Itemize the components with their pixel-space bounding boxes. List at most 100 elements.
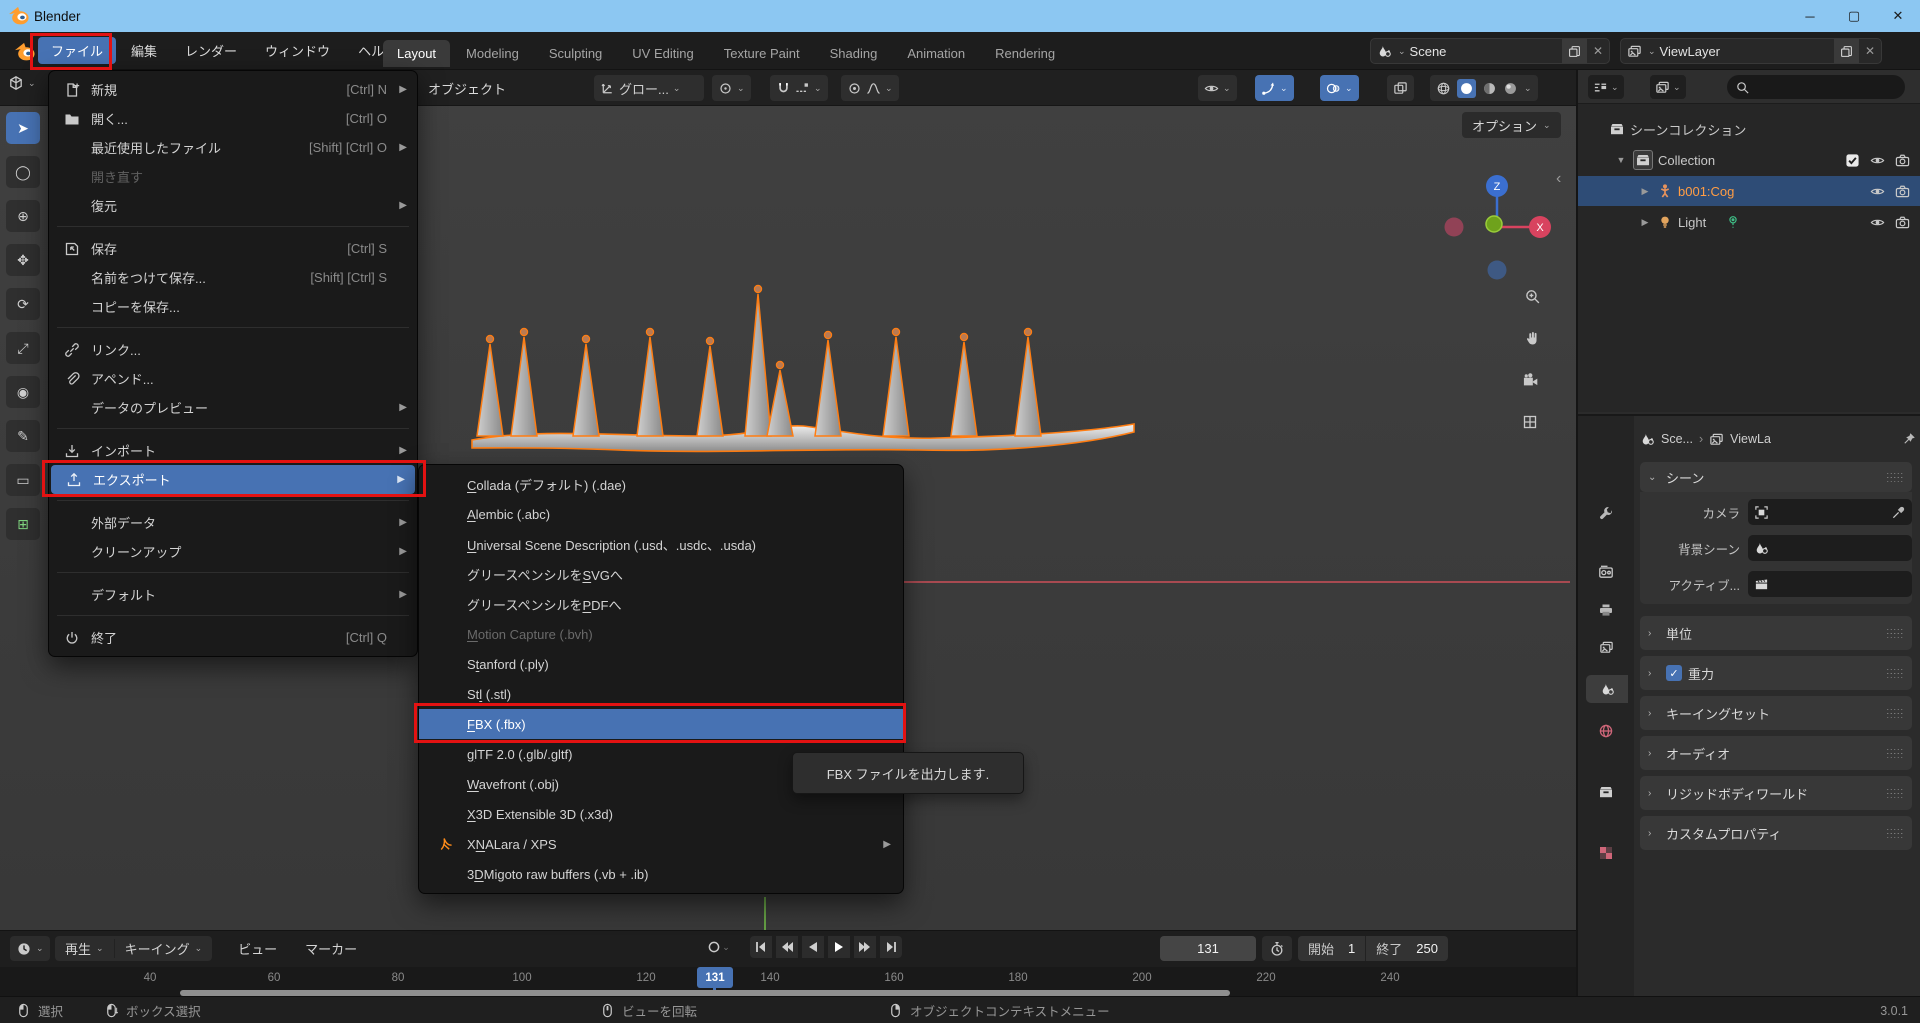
file-menu-item-保存[interactable]: 保存 [Ctrl] S	[49, 234, 417, 263]
file-menu-item-インポート[interactable]: インポート ▶	[49, 436, 417, 465]
maximize-button[interactable]: ▢	[1832, 3, 1876, 29]
field-input-アクティブ...[interactable]	[1748, 571, 1912, 597]
section-scene[interactable]: ⌄ シーン::::::::::	[1640, 462, 1912, 492]
drag-dots-icon[interactable]: ::::::::::	[1886, 747, 1904, 760]
tool-tweak[interactable]: ➤	[6, 112, 40, 144]
gizmos-toggle[interactable]: ⌄	[1255, 75, 1294, 101]
zoom-button[interactable]	[1524, 288, 1541, 305]
tool-add-cube[interactable]: ⊞	[6, 508, 40, 540]
overlays-toggle[interactable]: ⌄	[1320, 75, 1359, 101]
pin-icon[interactable]	[1902, 432, 1916, 446]
menubar-item-ファイル[interactable]: ファイル	[38, 37, 117, 64]
file-menu-item-最近使用したファイル[interactable]: 最近使用したファイル [Shift] [Ctrl] O ▶	[49, 133, 417, 162]
xray-toggle[interactable]	[1387, 75, 1414, 101]
file-menu-item-コピーを保存[interactable]: コピーを保存...	[49, 292, 417, 321]
section-オーディオ[interactable]: › オーディオ::::::::::	[1640, 736, 1912, 770]
end-frame-field[interactable]: 終了 250	[1366, 936, 1448, 961]
export-submenu-item-Alembic---abc-[interactable]: Alembic (.abc)	[419, 499, 903, 529]
current-frame-field[interactable]: 131	[1160, 936, 1256, 961]
checkbox-toggle-icon[interactable]	[1845, 153, 1860, 168]
pan-button[interactable]	[1524, 330, 1541, 347]
drag-dots-icon[interactable]: ::::::::::	[1886, 667, 1904, 680]
camera-toggle-icon[interactable]	[1895, 153, 1910, 168]
outliner-row-シーンコレクション[interactable]: シーンコレクション	[1578, 114, 1920, 144]
tool-scale[interactable]: ⤢	[6, 332, 40, 364]
file-menu-item-デフォルト[interactable]: デフォルト ▶	[49, 580, 417, 609]
export-submenu-item-3DMigoto-raw-buffe[interactable]: 3DMigoto raw buffers (.vb + .ib)	[419, 859, 903, 889]
file-menu-item-復元[interactable]: 復元 ▶	[49, 191, 417, 220]
timeline-menu-再生[interactable]: 再生 ⌄	[55, 939, 114, 958]
previous-keyframe-button[interactable]	[776, 936, 798, 958]
play-reverse-button[interactable]	[802, 936, 824, 958]
transform-orientation-button[interactable]: グロー... ⌄	[594, 75, 704, 101]
file-menu-item-エクスポート[interactable]: エクスポート ▶	[51, 465, 415, 494]
menubar-item-ウィンドウ[interactable]: ウィンドウ	[252, 37, 343, 64]
expander-icon[interactable]: ▶	[1638, 217, 1652, 228]
workspace-tab-rendering[interactable]: Rendering	[981, 40, 1069, 67]
drag-dots-icon[interactable]: ::::::::::	[1886, 627, 1904, 640]
tool-transform[interactable]: ◉	[6, 376, 40, 408]
scene-selector[interactable]: ⌄ Scene ✕	[1370, 38, 1610, 64]
auto-keyframe-button[interactable]	[1262, 936, 1292, 961]
breadcrumb-view-layer[interactable]: ViewLa	[1730, 432, 1771, 446]
properties-tab-collection[interactable]	[1592, 778, 1620, 806]
properties-tab-scene[interactable]	[1586, 675, 1628, 703]
drag-dots-icon[interactable]: ::::::::::	[1886, 707, 1904, 720]
menubar-item-編集[interactable]: 編集	[118, 37, 170, 64]
workspace-tab-animation[interactable]: Animation	[893, 40, 979, 67]
workspace-tab-modeling[interactable]: Modeling	[452, 40, 533, 67]
scene-object-crown-mesh[interactable]	[458, 278, 1148, 488]
object-visibility-button[interactable]: ⌄	[1198, 75, 1237, 101]
eye-toggle-icon[interactable]	[1870, 153, 1885, 168]
tool-move[interactable]: ✥	[6, 244, 40, 276]
export-submenu-item-グリースペンシルをPDFへ[interactable]: グリースペンシルをPDFへ	[419, 589, 903, 619]
workspace-tab-layout[interactable]: Layout	[383, 40, 451, 67]
export-submenu-item-XNALara---XPS[interactable]: XNALara / XPS ▶	[419, 829, 903, 859]
properties-tab-world[interactable]	[1592, 717, 1620, 745]
copy-icon[interactable]	[1561, 39, 1587, 63]
close-button[interactable]: ✕	[1876, 3, 1920, 29]
expander-icon[interactable]: ▶	[1638, 186, 1652, 197]
tool-measure[interactable]: ▭	[6, 464, 40, 496]
outliner-display-mode-button[interactable]: ⌄	[1650, 75, 1686, 99]
properties-tab-output[interactable]	[1592, 596, 1620, 624]
timeline-menu-マーカー[interactable]: マーカー	[295, 939, 367, 958]
outliner-row-Light[interactable]: ▶ Light	[1578, 207, 1920, 237]
section-キーイングセット[interactable]: › キーイングセット::::::::::	[1640, 696, 1912, 730]
outliner-search-input[interactable]	[1727, 75, 1905, 99]
tool-rotate[interactable]: ⟳	[6, 288, 40, 320]
record-button[interactable]: ⌄	[700, 936, 736, 958]
timeline-menu-キーイング[interactable]: キーイング ⌄	[113, 939, 213, 958]
drag-dots-icon[interactable]: ::::::::::	[1886, 787, 1904, 800]
section-リジッドボディワールド[interactable]: › リジッドボディワールド::::::::::	[1640, 776, 1912, 810]
file-menu-item-開く[interactable]: 開く... [Ctrl] O	[49, 104, 417, 133]
workspace-tab-texture-paint[interactable]: Texture Paint	[710, 40, 814, 67]
drag-dots-icon[interactable]: ::::::::::	[1886, 827, 1904, 840]
timeline-menu-ビュー[interactable]: ビュー	[228, 939, 287, 958]
outliner-row-b001:Cog[interactable]: ▶ b001:Cog	[1578, 176, 1920, 206]
export-submenu-item-Stanford---ply-[interactable]: Stanford (.ply)	[419, 649, 903, 679]
properties-tab-render[interactable]	[1592, 558, 1620, 586]
export-submenu-item-FBX---fbx-[interactable]: FBX (.fbx)	[419, 709, 903, 739]
field-input-背景シーン[interactable]	[1748, 535, 1912, 561]
timeline-scrubber[interactable]: 40 60 80 100 120 140 160 180 200 220 240 131	[0, 967, 1576, 997]
checkbox-icon[interactable]: ✓	[1666, 665, 1682, 681]
tool-cursor[interactable]: ⊕	[6, 200, 40, 232]
properties-tab-texture[interactable]	[1592, 839, 1620, 867]
properties-tab-view-layer[interactable]	[1592, 633, 1620, 661]
export-submenu-item-Stl---stl-[interactable]: Stl (.stl)	[419, 679, 903, 709]
editor-type-button[interactable]: ⌄	[8, 75, 36, 91]
dropper-icon[interactable]	[1891, 505, 1906, 520]
field-input-カメラ[interactable]	[1748, 499, 1912, 525]
snapping-button[interactable]: ⌄	[770, 75, 828, 101]
workspace-tab-sculpting[interactable]: Sculpting	[535, 40, 616, 67]
shading-mode-buttons[interactable]: ⌄	[1430, 75, 1538, 101]
workspace-tab-shading[interactable]: Shading	[816, 40, 892, 67]
eye-toggle-icon[interactable]	[1870, 215, 1885, 230]
copy-icon[interactable]	[1833, 39, 1859, 63]
collapse-panel-arrow[interactable]: ‹	[1556, 170, 1561, 188]
unlink-icon[interactable]: ✕	[1859, 44, 1881, 58]
menubar-item-レンダー[interactable]: レンダー	[172, 37, 250, 64]
tool-select-circle[interactable]: ◯	[6, 156, 40, 188]
camera-toggle-icon[interactable]	[1895, 215, 1910, 230]
